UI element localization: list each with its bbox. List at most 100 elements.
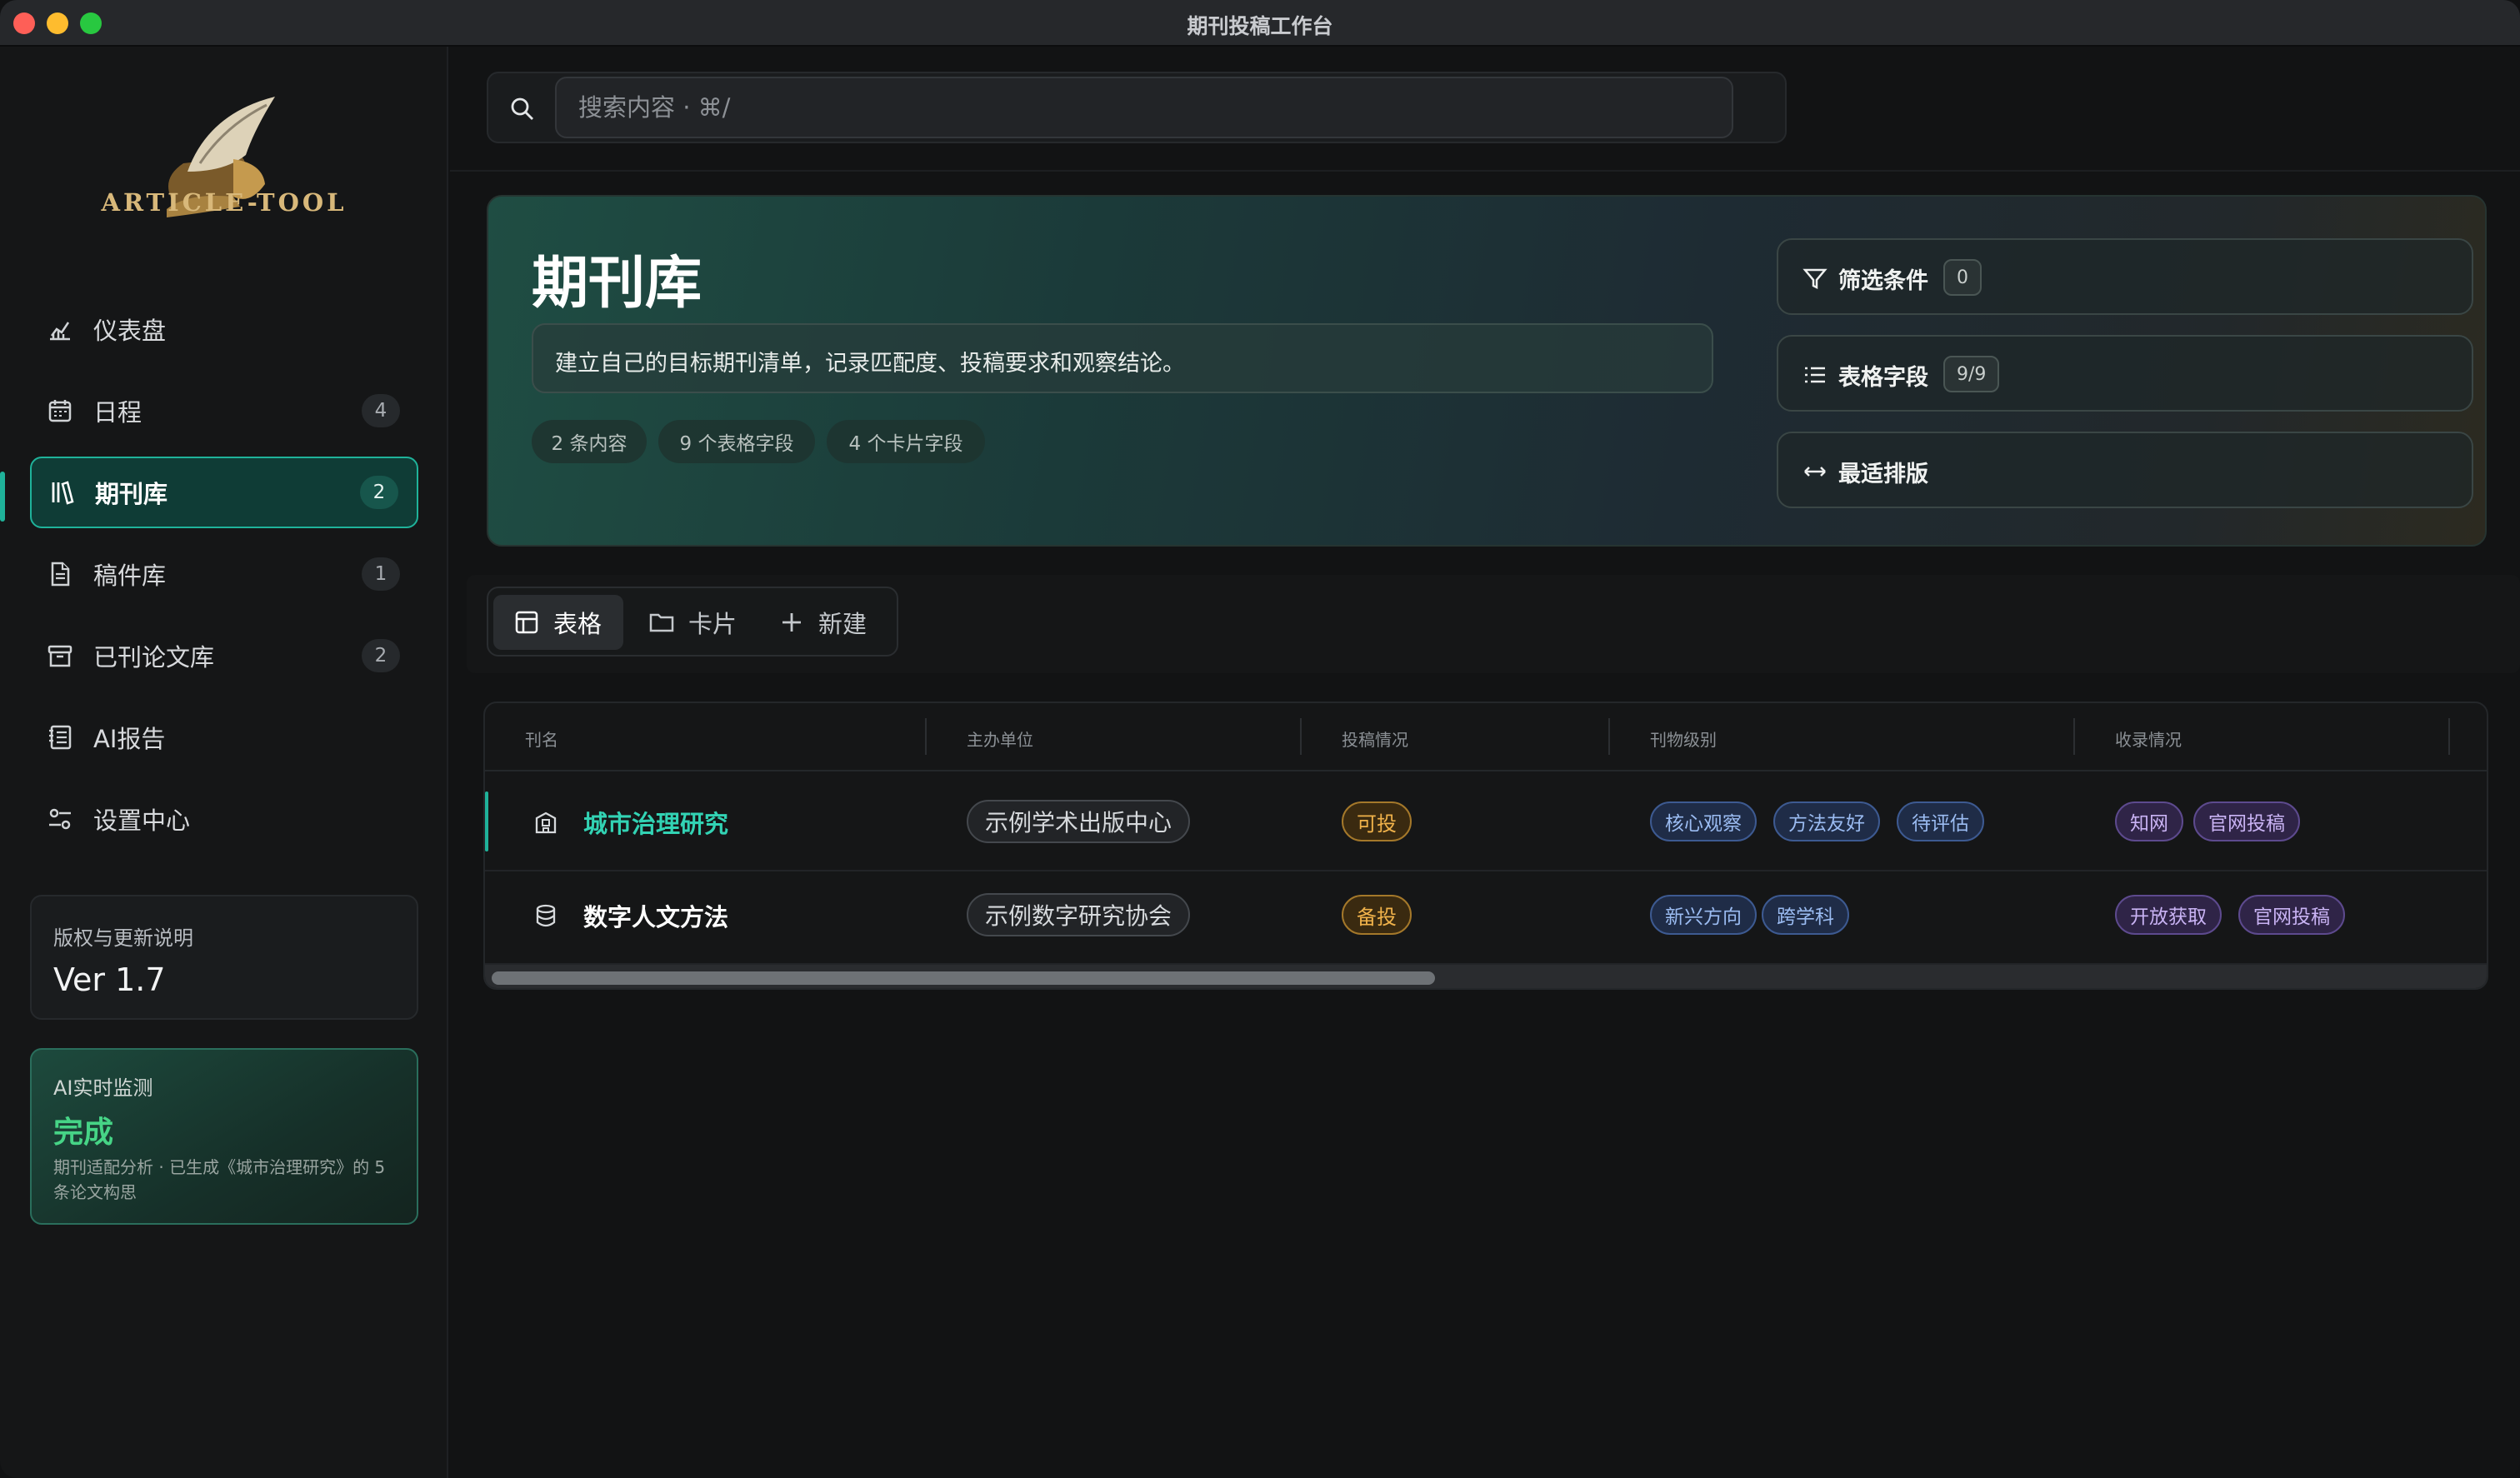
window-title: 期刊投稿工作台 — [1187, 14, 1333, 38]
table-fields-label: 表格字段 — [1838, 365, 1928, 391]
status-badge: 可投 — [1342, 801, 1412, 841]
sidebar-item-label: 期刊库 — [95, 480, 168, 508]
version-number: Ver 1.7 — [53, 961, 166, 998]
search-input[interactable]: 搜索内容 · ⌘/ — [555, 77, 1733, 138]
column-resize-handle[interactable] — [1608, 718, 1610, 755]
sidebar-item-dashboard[interactable]: 仪表盘 — [30, 293, 418, 365]
version-label: 版权与更新说明 — [53, 926, 193, 950]
page-description-box: 建立自己的目标期刊清单，记录匹配度、投稿要求和观察结论。 — [532, 323, 1713, 393]
ai-monitor-status: 完成 — [53, 1116, 114, 1150]
item-count-chip: 2 条内容 — [532, 420, 647, 463]
sidebar-item-label: 日程 — [93, 398, 142, 427]
library-icon — [52, 481, 74, 505]
document-icon — [51, 562, 70, 587]
column-resize-handle[interactable] — [1300, 718, 1302, 755]
publisher-tag: 示例学术出版中心 — [967, 800, 1191, 843]
sidebar-item-settings[interactable]: 设置中心 — [30, 783, 418, 855]
tab-label: 卡片 — [688, 610, 738, 638]
index-tag: 开放获取 — [2115, 895, 2222, 935]
count-badge: 4 — [362, 394, 400, 427]
ai-monitor-label: AI实时监测 — [53, 1076, 153, 1100]
table-field-count-chip: 9 个表格字段 — [658, 420, 815, 463]
sidebar-item-journal-library[interactable]: 期刊库 2 — [30, 457, 418, 528]
filter-icon — [1802, 268, 1828, 290]
tab-card-view[interactable]: 卡片 — [637, 595, 753, 650]
chart-icon — [50, 322, 70, 341]
page-description: 建立自己的目标期刊清单，记录匹配度、投稿要求和观察结论。 — [555, 351, 1185, 377]
column-header-submission-status[interactable]: 投稿情况 — [1342, 727, 1408, 751]
brand-name: ARTICLE-TOOL — [101, 188, 348, 217]
level-tag: 新兴方向 — [1650, 895, 1757, 935]
filter-count-badge: 0 — [1943, 259, 1982, 296]
sidebar-item-published-papers[interactable]: 已刊论文库 2 — [30, 620, 418, 692]
sidebar-item-label: 设置中心 — [93, 806, 191, 835]
count-badge: 2 — [362, 639, 400, 672]
status-badge: 备投 — [1342, 895, 1412, 935]
sidebar-item-label: AI报告 — [93, 725, 166, 753]
level-tag: 待评估 — [1897, 801, 1984, 841]
column-resize-handle[interactable] — [925, 718, 927, 755]
card-field-count-chip: 4 个卡片字段 — [827, 420, 985, 463]
building-icon — [535, 811, 557, 834]
column-header-journal-level[interactable]: 刊物级别 — [1650, 727, 1717, 751]
search-bar-area: 搜索内容 · ⌘/ — [450, 47, 2520, 172]
table-row[interactable]: 数字人文方法 示例数字研究协会 备投 新兴方向 跨学科 开放获取 官网投稿 — [485, 866, 2487, 965]
sidebar-item-label: 已刊论文库 — [93, 643, 215, 672]
scrollbar-thumb[interactable] — [492, 971, 1435, 985]
column-header-indexing[interactable]: 收录情况 — [2115, 727, 2182, 751]
column-header-publisher[interactable]: 主办单位 — [967, 727, 1033, 751]
app-window: 期刊投稿工作台 ARTICLE-TOOL 仪表盘 日程 4 期刊库 2 稿件库 … — [0, 0, 2520, 1478]
settings-icon — [49, 808, 71, 830]
view-switcher: 表格 卡片 新建 — [487, 587, 898, 657]
table-icon — [515, 611, 538, 634]
tab-table-view[interactable]: 表格 — [493, 595, 623, 650]
main-content: 搜索内容 · ⌘/ 期刊库 建立自己的目标期刊清单，记录匹配度、投稿要求和观察结… — [450, 47, 2520, 1478]
plus-icon — [782, 613, 801, 632]
best-fit-layout-button[interactable]: 最适排版 — [1777, 432, 2473, 508]
count-badge: 2 — [360, 476, 398, 509]
active-nav-indicator — [0, 472, 5, 522]
sidebar-item-schedule[interactable]: 日程 4 — [30, 375, 418, 447]
ai-monitor-card[interactable]: AI实时监测 完成 期刊适配分析 · 已生成《城市治理研究》的 5 条论文构思 — [30, 1048, 418, 1225]
archive-icon — [48, 645, 72, 667]
new-item-button[interactable]: 新建 — [767, 595, 892, 650]
level-tag: 方法友好 — [1773, 801, 1880, 841]
journal-name-link[interactable]: 数字人文方法 — [583, 898, 728, 933]
ai-monitor-description: 期刊适配分析 · 已生成《城市治理研究》的 5 条论文构思 — [53, 1157, 386, 1202]
best-fit-layout-label: 最适排版 — [1838, 462, 1928, 487]
column-resize-handle[interactable] — [2448, 718, 2450, 755]
folder-icon — [649, 613, 674, 632]
sidebar-item-label: 仪表盘 — [93, 317, 167, 345]
calendar-icon — [48, 400, 72, 422]
tab-label: 表格 — [553, 610, 602, 638]
horizontal-arrows-icon — [1804, 467, 1826, 477]
index-tag: 知网 — [2115, 801, 2183, 841]
page-header-card: 期刊库 建立自己的目标期刊清单，记录匹配度、投稿要求和观察结论。 2 条内容 9… — [487, 195, 2487, 547]
journal-name-link[interactable]: 城市治理研究 — [583, 805, 728, 840]
filter-label: 筛选条件 — [1838, 268, 1928, 294]
view-toolbar: 表格 卡片 新建 — [467, 575, 2520, 673]
filter-button[interactable]: 筛选条件 0 — [1777, 238, 2473, 315]
index-tag: 官网投稿 — [2238, 895, 2345, 935]
table-header: 刊名 主办单位 投稿情况 刊物级别 收录情况 — [485, 703, 2487, 771]
sidebar: ARTICLE-TOOL 仪表盘 日程 4 期刊库 2 稿件库 1 已刊论文库 … — [0, 47, 448, 1478]
table-fields-button[interactable]: 表格字段 9/9 — [1777, 335, 2473, 412]
tab-label: 新建 — [818, 610, 868, 638]
column-resize-handle[interactable] — [2073, 718, 2075, 755]
table-fields-count-badge: 9/9 — [1943, 356, 2000, 392]
table-row[interactable]: 城市治理研究 示例学术出版中心 可投 核心观察 方法友好 待评估 知网 官网投稿 — [485, 773, 2487, 871]
sidebar-item-manuscripts[interactable]: 稿件库 1 — [30, 538, 418, 610]
title-bar: 期刊投稿工作台 — [0, 0, 2520, 47]
column-header-name[interactable]: 刊名 — [525, 727, 558, 751]
search-box: 搜索内容 · ⌘/ — [487, 72, 1787, 143]
list-icon — [1805, 367, 1825, 383]
journal-table: 刊名 主办单位 投稿情况 刊物级别 收录情况 城市治理研究 示例学术出版中心 可… — [483, 702, 2488, 990]
index-tag: 官网投稿 — [2193, 801, 2300, 841]
horizontal-scrollbar[interactable] — [485, 965, 2487, 988]
search-icon — [511, 97, 533, 120]
page-title: 期刊库 — [532, 251, 702, 317]
sidebar-item-ai-report[interactable]: AI报告 — [30, 702, 418, 773]
publisher-tag: 示例数字研究协会 — [967, 893, 1191, 936]
selected-row-indicator — [485, 791, 488, 851]
version-card[interactable]: 版权与更新说明 Ver 1.7 — [30, 895, 418, 1020]
